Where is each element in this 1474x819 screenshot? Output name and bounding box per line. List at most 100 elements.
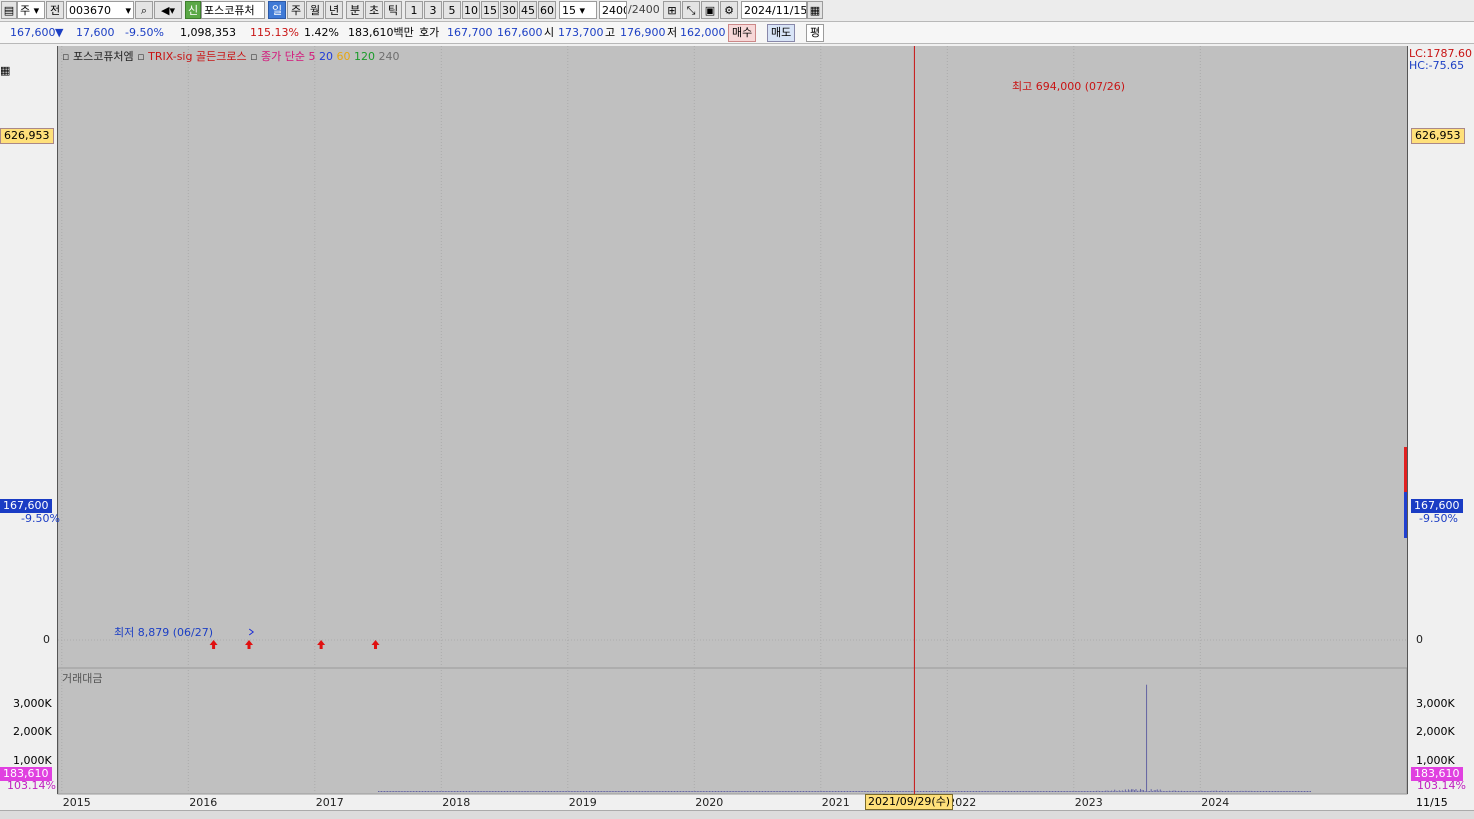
window-menu-icon[interactable]: ▤ bbox=[1, 1, 17, 19]
crosshair-icon[interactable]: ⊞ bbox=[663, 1, 681, 19]
volume-bar bbox=[466, 791, 467, 792]
volume-bar bbox=[648, 791, 650, 792]
volume-bar bbox=[824, 791, 826, 792]
volume-bar bbox=[818, 791, 820, 792]
period-year[interactable]: 년 bbox=[325, 1, 343, 19]
volume-bar bbox=[1217, 791, 1219, 792]
volume-bar bbox=[1281, 791, 1283, 792]
volume-bar bbox=[906, 791, 908, 792]
volume-bar bbox=[1024, 791, 1026, 792]
buy-button[interactable]: 매수 bbox=[728, 24, 757, 42]
volume-bar bbox=[834, 791, 836, 792]
code-value: 003670 bbox=[69, 4, 111, 17]
date-input[interactable]: 2024/11/15 bbox=[741, 1, 807, 19]
calendar-icon[interactable]: ▦ bbox=[807, 1, 823, 19]
count-input[interactable]: 2400 bbox=[599, 1, 627, 19]
save-icon[interactable]: ▣ bbox=[701, 1, 719, 19]
vol-tick-left-2: 1,000K bbox=[13, 754, 52, 767]
legend-ma120: 120 bbox=[354, 50, 376, 63]
volume-bar bbox=[789, 791, 791, 792]
code-input[interactable]: 003670 ▾ bbox=[66, 1, 134, 19]
volume-bar bbox=[1302, 791, 1304, 792]
volume-bar bbox=[1064, 791, 1066, 792]
volume-bar bbox=[1130, 789, 1132, 792]
volume-bar bbox=[997, 791, 999, 792]
volume-bar bbox=[420, 791, 422, 792]
volume-bar bbox=[551, 791, 552, 792]
price-chart[interactable] bbox=[0, 44, 1474, 818]
volume-bar bbox=[558, 791, 560, 792]
volume-bar bbox=[388, 791, 390, 792]
prev-button[interactable]: 전 bbox=[46, 1, 64, 19]
volume-bar bbox=[1158, 790, 1160, 792]
volume-bar bbox=[1261, 791, 1263, 792]
volume-bar bbox=[851, 791, 853, 792]
volume-bar bbox=[634, 791, 636, 792]
volume-bar bbox=[1115, 790, 1117, 792]
interval-60[interactable]: 60 bbox=[538, 1, 556, 19]
open-label: 시 bbox=[544, 26, 555, 39]
interval-15[interactable]: 15 bbox=[481, 1, 499, 19]
volume-bar bbox=[649, 791, 651, 792]
volume-bar bbox=[525, 791, 527, 792]
volume-bar bbox=[877, 791, 879, 792]
volume-bar bbox=[677, 791, 678, 792]
volume-bar bbox=[608, 791, 610, 792]
volume-bar bbox=[507, 791, 508, 792]
volume-bar bbox=[1272, 791, 1274, 792]
volume-bar bbox=[391, 791, 393, 792]
interval-1[interactable]: 1 bbox=[405, 1, 423, 19]
chevron-down-icon[interactable]: ▾ bbox=[125, 2, 131, 18]
volume-bar bbox=[487, 791, 489, 792]
unit-select[interactable]: 15 ▾ bbox=[559, 1, 597, 19]
volume-bar bbox=[957, 791, 959, 792]
cursor-date-tag: 2021/09/29(수) bbox=[865, 794, 954, 810]
volume-bar bbox=[804, 791, 806, 792]
period-minute[interactable]: 분 bbox=[346, 1, 364, 19]
volume-bar bbox=[912, 791, 914, 792]
period-week[interactable]: 주 bbox=[287, 1, 305, 19]
volume-bar bbox=[537, 791, 539, 792]
interval-45[interactable]: 45 bbox=[519, 1, 537, 19]
volume-bar bbox=[1290, 791, 1292, 792]
volume-bar bbox=[980, 791, 982, 792]
volume-bar bbox=[435, 791, 437, 792]
volume-bar bbox=[768, 791, 770, 792]
legend-trix: TRIX-sig 골든크로스 bbox=[148, 50, 247, 63]
volume-bar bbox=[523, 791, 525, 792]
volume-bar bbox=[819, 791, 821, 792]
volume-bar bbox=[488, 791, 490, 792]
panel-menu-icon[interactable]: ▦ bbox=[0, 64, 12, 77]
interval-3[interactable]: 3 bbox=[424, 1, 442, 19]
volume-bar bbox=[589, 791, 590, 792]
average-button[interactable]: 평 bbox=[806, 24, 825, 42]
interval-10[interactable]: 10 bbox=[462, 1, 480, 19]
gear-icon[interactable]: ⚙ bbox=[720, 1, 738, 19]
speaker-icon[interactable]: ◀▾ bbox=[154, 1, 182, 19]
volume-bar bbox=[642, 791, 644, 792]
volume-bar bbox=[973, 791, 975, 792]
volume-bar bbox=[960, 791, 962, 792]
market-select[interactable]: 주 ▾ bbox=[17, 1, 45, 19]
volume-bar bbox=[1083, 791, 1085, 792]
period-tick[interactable]: 틱 bbox=[384, 1, 402, 19]
bid-value: 167,600 bbox=[497, 26, 543, 39]
volume-bar bbox=[719, 791, 721, 792]
last-price-tag-left: 167,600 bbox=[0, 499, 52, 513]
interval-30[interactable]: 30 bbox=[500, 1, 518, 19]
volume-bar bbox=[1223, 790, 1225, 792]
period-day[interactable]: 일 bbox=[268, 1, 286, 19]
volume-bar bbox=[569, 791, 571, 792]
stock-name-field[interactable]: 포스코퓨처 bbox=[201, 1, 265, 19]
volume-bar bbox=[936, 791, 938, 792]
volume-bar bbox=[510, 791, 512, 792]
interval-5[interactable]: 5 bbox=[443, 1, 461, 19]
period-second[interactable]: 초 bbox=[365, 1, 383, 19]
volume-bar bbox=[777, 791, 779, 792]
draw-tool-icon[interactable]: ⤡ bbox=[682, 1, 700, 19]
search-icon[interactable]: ⌕ bbox=[135, 1, 153, 19]
volume-bar bbox=[390, 791, 392, 792]
volume-bar bbox=[759, 791, 760, 792]
period-month[interactable]: 월 bbox=[306, 1, 324, 19]
sell-button[interactable]: 매도 bbox=[767, 24, 796, 42]
